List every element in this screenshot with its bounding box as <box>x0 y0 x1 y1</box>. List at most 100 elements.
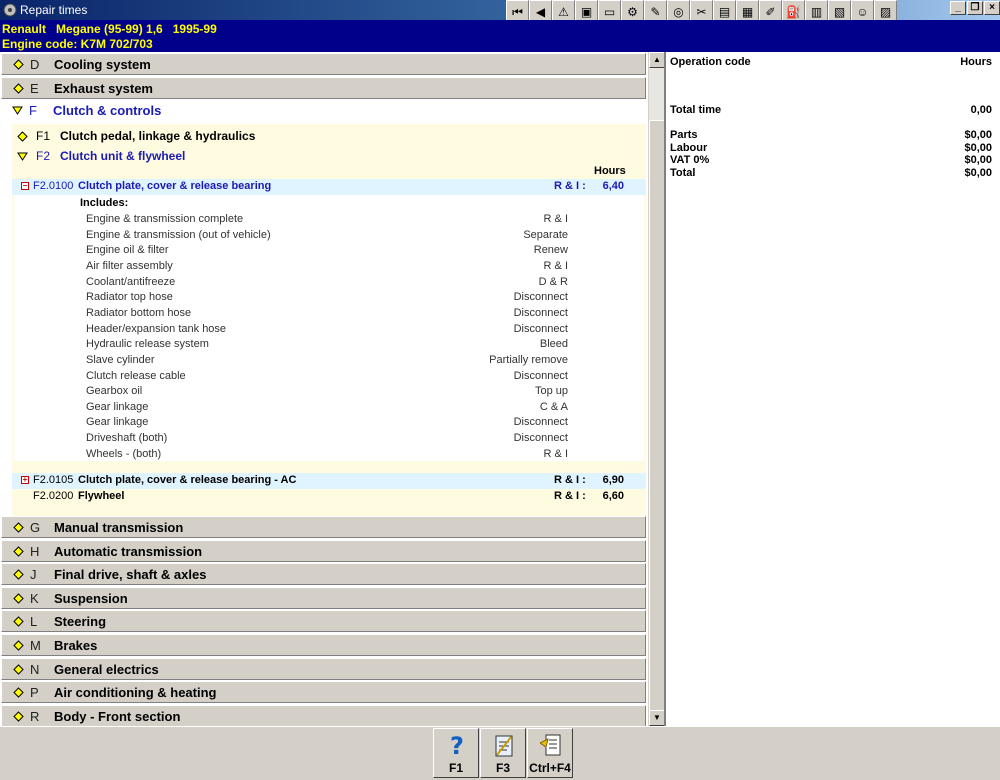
close-button[interactable]: × <box>984 1 1000 15</box>
category-k[interactable]: K Suspension <box>1 586 646 609</box>
include-item: Air filter assembly <box>86 259 173 272</box>
include-action: R & I <box>543 259 568 272</box>
include-action: Disconnect <box>513 432 568 445</box>
vehicle-info: Renault Megane (95-99) 1,6 1995-99 Engin… <box>0 20 1000 52</box>
category-n[interactable]: N General electrics <box>1 657 646 680</box>
operation-row[interactable]: − F2.0100 Clutch plate, cover & release … <box>12 179 646 195</box>
diamond-icon <box>13 522 24 533</box>
category-label: Air conditioning & heating <box>54 685 217 701</box>
category-d[interactable]: D Cooling system <box>1 53 646 75</box>
include-item: Coolant/antifreeze <box>86 275 176 288</box>
category-letter: G <box>30 520 41 535</box>
category-letter: J <box>30 567 37 583</box>
category-g[interactable]: G Manual transmission <box>1 516 646 538</box>
category-p[interactable]: P Air conditioning & heating <box>1 681 646 704</box>
category-l[interactable]: L Steering <box>1 610 646 633</box>
includes-title: Includes: <box>80 197 129 209</box>
include-action: C & A <box>539 400 568 413</box>
operation-hours: 6,40 <box>602 180 624 192</box>
notepad-icon <box>495 735 513 757</box>
summary-value: $0,00 <box>964 129 992 141</box>
edit-notes-button[interactable]: Ctrl+F4 <box>527 728 573 778</box>
notepad-button[interactable]: F3 <box>480 728 526 778</box>
category-letter: E <box>30 81 39 96</box>
diamond-icon <box>13 663 24 675</box>
include-item: Header/expansion tank hose <box>86 322 227 335</box>
include-action: Partially remove <box>489 353 568 366</box>
include-action: Renew <box>533 244 568 257</box>
help-button[interactable]: ? F1 <box>433 728 479 778</box>
settings-icon: ⚙ <box>627 4 638 19</box>
window-title: Repair times <box>20 3 88 17</box>
include-action: Disconnect <box>513 369 568 382</box>
repair-tree: D Cooling system E Exhaust system F Clutch … <box>0 52 648 726</box>
diamond-icon <box>13 59 24 70</box>
include-action: Disconnect <box>513 306 568 319</box>
summary-label: Parts <box>670 129 698 141</box>
summary-row: VAT 0% $0,00 <box>670 154 992 167</box>
operation-code: F2.0100 <box>33 180 74 192</box>
print-icon: ▥ <box>810 4 823 19</box>
scroll-up-button[interactable]: ▲ <box>649 52 665 68</box>
operation-desc: Clutch plate, cover & release bearing - … <box>78 474 297 486</box>
include-item: Engine oil & filter <box>86 244 169 257</box>
app-icon <box>3 3 17 17</box>
category-letter: F <box>29 103 37 118</box>
include-item: Gear linkage <box>86 400 149 413</box>
category-label: Automatic transmission <box>54 543 203 559</box>
include-item: Engine & transmission complete <box>86 213 244 225</box>
include-action: R & I <box>543 447 568 460</box>
edit-notes-button-label: Ctrl+F4 <box>529 761 571 775</box>
diamond-icon <box>13 545 24 557</box>
category-label: Steering <box>54 614 107 630</box>
window-controls: _ ❐ × <box>950 1 1000 15</box>
category-clutch-controls[interactable]: F Clutch & controls <box>1 100 646 122</box>
diamond-icon <box>13 83 24 94</box>
include-item: Slave cylinder <box>86 353 155 366</box>
include-item: Wheels - (both) <box>86 447 162 460</box>
operation-row[interactable]: F2.0200 Flywheel R & I : 6,60 <box>12 489 646 505</box>
category-label: Manual transmission <box>54 520 184 535</box>
category-label: Body - Front section <box>54 708 181 724</box>
category-e[interactable]: E Exhaust system <box>1 77 646 99</box>
category-j[interactable]: J Final drive, shaft & axles <box>1 563 646 586</box>
operation-row[interactable]: + F2.0105 Clutch plate, cover & release … <box>12 473 646 489</box>
include-action: R & I <box>543 213 568 225</box>
include-action: Disconnect <box>513 322 568 335</box>
summary-value: $0,00 <box>964 154 992 166</box>
operation-type: R & I : <box>554 490 586 502</box>
operation-type: R & I : <box>554 180 586 192</box>
category-letter: P <box>30 685 39 701</box>
svg-text:?: ? <box>450 733 464 759</box>
engine-icon: ▣ <box>580 4 593 19</box>
vehicle-model: Renault Megane (95-99) 1,6 1995-99 <box>2 22 217 36</box>
minimize-button[interactable]: _ <box>950 1 966 15</box>
include-item: Driveshaft (both) <box>86 432 168 445</box>
include-action: Disconnect <box>513 416 568 429</box>
include-item: Hydraulic release system <box>86 338 209 351</box>
expand-icon[interactable]: + <box>21 476 29 484</box>
scroll-thumb[interactable] <box>649 120 665 712</box>
function-key-bar: ? F1 F3 Ctrl+F4 <box>0 726 1000 780</box>
diamond-open-icon <box>12 106 23 115</box>
subcategory-code: F1 <box>36 129 51 143</box>
collapse-icon[interactable]: − <box>21 182 29 190</box>
gauge-icon: ◎ <box>673 4 684 19</box>
summary-label: Total <box>670 166 696 179</box>
include-item: Radiator top hose <box>86 291 173 304</box>
diamond-icon <box>13 616 24 628</box>
help-button-label: F1 <box>448 761 463 775</box>
scroll-down-button[interactable]: ▼ <box>649 710 665 726</box>
category-r[interactable]: R Body - Front section <box>1 704 646 726</box>
diamond-icon <box>13 711 24 722</box>
include-action: Bleed <box>539 338 568 351</box>
subcategory-label: Clutch pedal, linkage & hydraulics <box>60 129 256 143</box>
restore-button[interactable]: ❐ <box>967 1 983 15</box>
category-label: Suspension <box>54 590 128 606</box>
operation-code: F2.0200 <box>33 490 74 502</box>
category-m[interactable]: M Brakes <box>1 634 646 656</box>
hours-column-header: Hours <box>594 165 626 177</box>
hours-header: Hours <box>960 56 992 68</box>
tree-scrollbar[interactable]: ▲ ▼ <box>648 52 665 726</box>
category-h[interactable]: H Automatic transmission <box>1 539 646 562</box>
